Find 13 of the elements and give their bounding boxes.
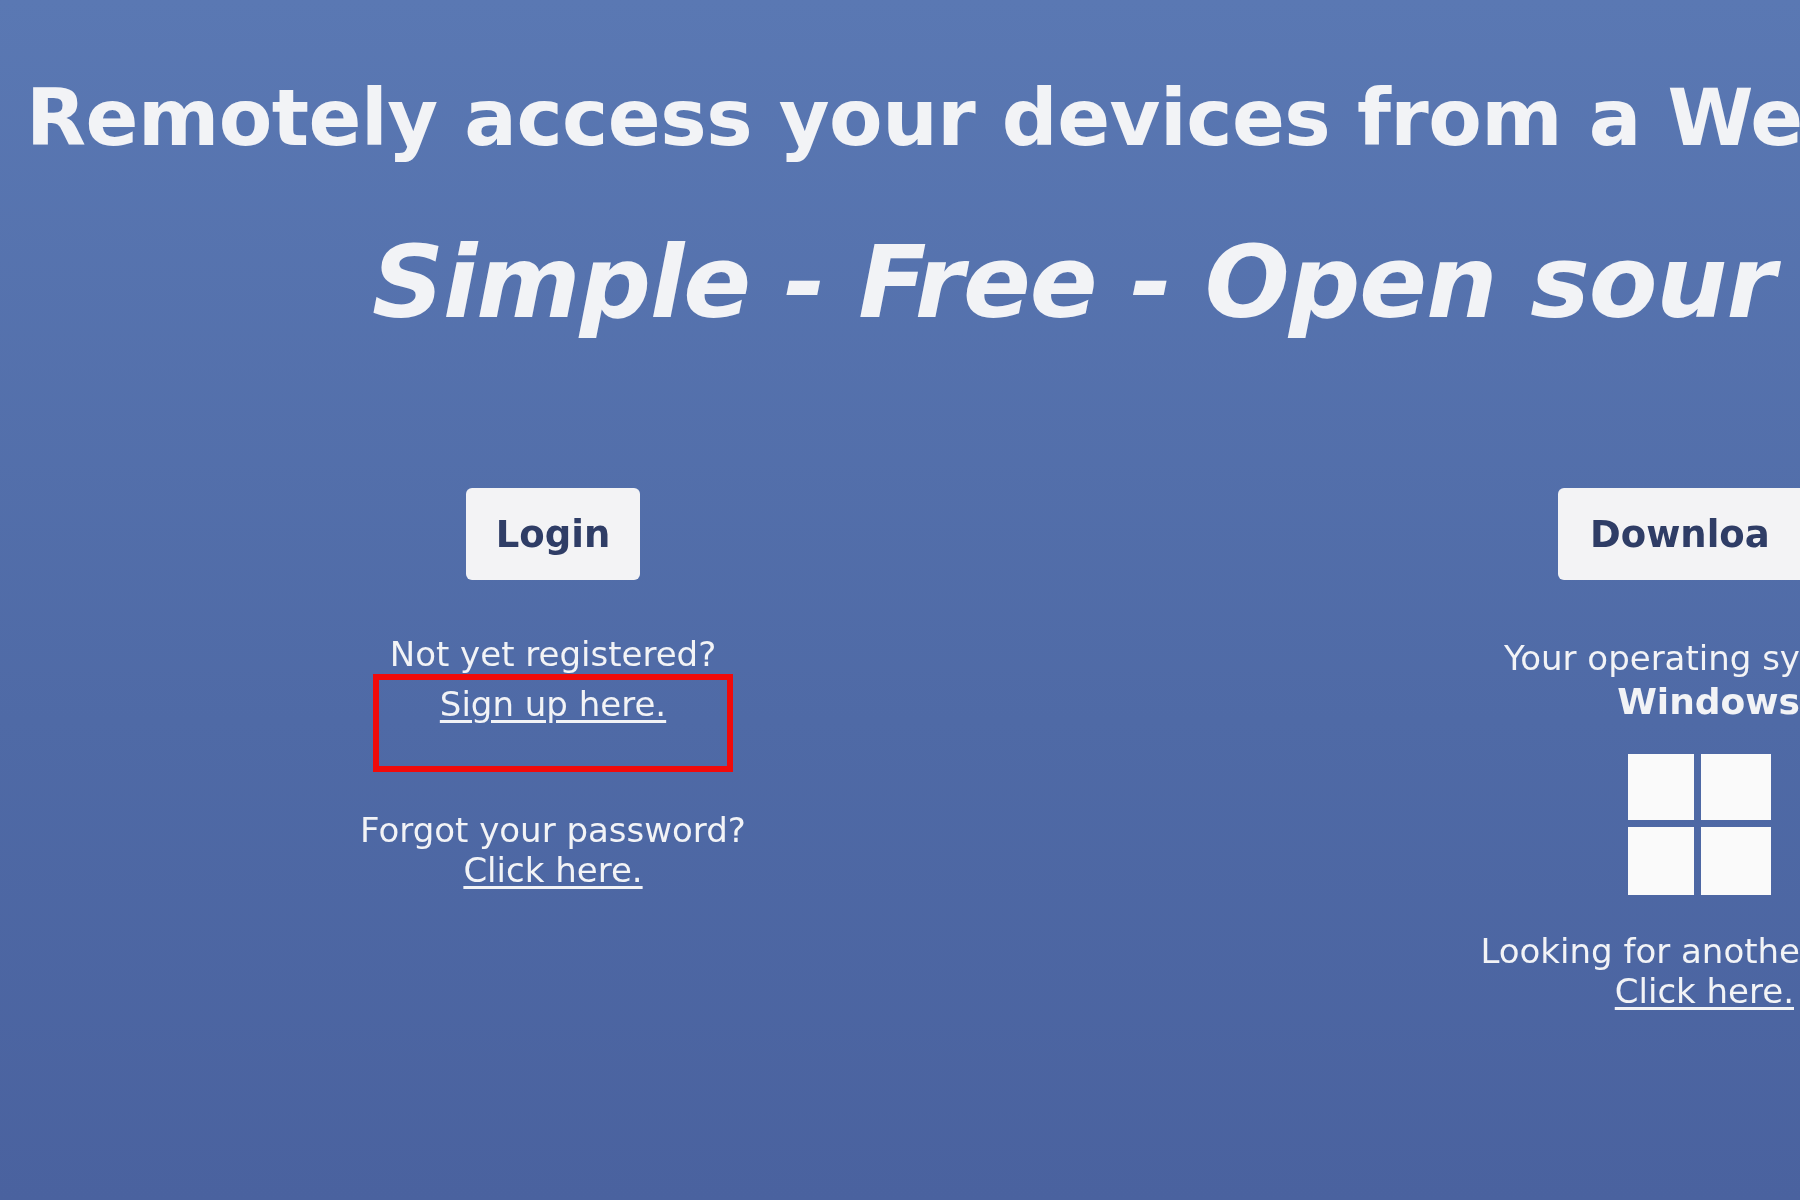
tagline: Simple - Free - Open sour: [372, 228, 1800, 338]
download-button[interactable]: Downloa: [1558, 488, 1800, 580]
windows-logo-icon: [1628, 754, 1771, 895]
other-os-link[interactable]: Click here.: [1614, 971, 1794, 1011]
forgot-password-link[interactable]: Click here.: [463, 850, 643, 890]
signup-link[interactable]: Sign up here.: [439, 684, 667, 766]
os-name: Windows: [1617, 680, 1800, 724]
os-label: Your operating sy: [1503, 638, 1800, 678]
login-button[interactable]: Login: [465, 488, 641, 580]
other-os-prompt: Looking for anothe: [1480, 931, 1800, 971]
forgot-password-prompt: Forgot your password?: [360, 810, 746, 850]
signup-prompt: Not yet registered?: [389, 634, 717, 674]
headline: Remotely access your devices from a We: [26, 72, 1800, 164]
